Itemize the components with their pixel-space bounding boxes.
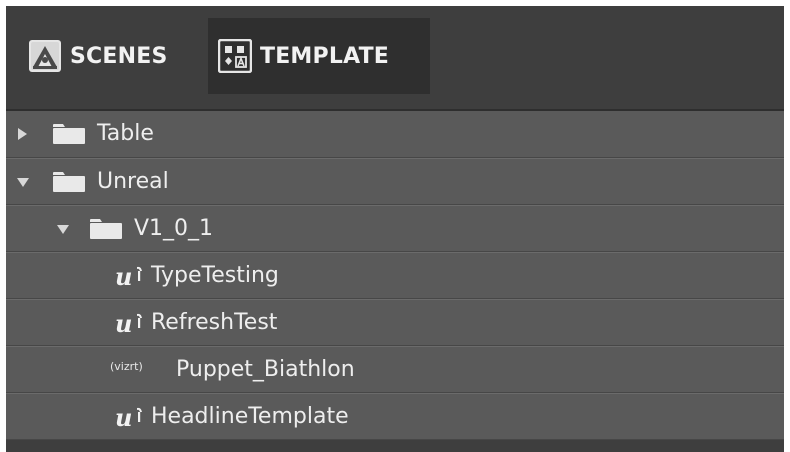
tree-item-puppet-biathlon[interactable]: (vizrt) Puppet_Biathlon bbox=[6, 346, 784, 393]
tab-template[interactable]: TEMPLATE bbox=[208, 18, 430, 94]
tree-item-typetesting[interactable]: u TypeTesting bbox=[6, 252, 784, 299]
tree-item-refreshtest[interactable]: u RefreshTest bbox=[6, 299, 784, 346]
tree-item-label: Puppet_Biathlon bbox=[176, 357, 355, 382]
template-icon bbox=[218, 39, 252, 73]
expand-arrow-icon[interactable] bbox=[18, 128, 27, 140]
vizrt-icon: (vizrt) bbox=[110, 360, 143, 373]
tree-item-headlinetemplate[interactable]: u HeadlineTemplate bbox=[6, 393, 784, 440]
tree-item-label: Unreal bbox=[97, 169, 169, 194]
tab-template-label: TEMPLATE bbox=[260, 43, 390, 69]
tree-item-label: RefreshTest bbox=[151, 310, 278, 335]
tree-item-label: TypeTesting bbox=[151, 263, 279, 288]
folder-open-icon bbox=[53, 172, 85, 192]
folder-icon bbox=[53, 124, 85, 144]
scenes-icon bbox=[29, 40, 61, 72]
tree-item-table[interactable]: Table bbox=[6, 111, 784, 158]
folder-open-icon bbox=[90, 219, 122, 239]
tab-bar: SCENES TEMPLATE bbox=[6, 6, 784, 111]
unreal-engine-icon: u bbox=[115, 404, 142, 430]
svg-text:u: u bbox=[115, 310, 132, 336]
collapse-arrow-icon[interactable] bbox=[17, 178, 29, 187]
svg-text:u: u bbox=[115, 263, 132, 289]
tab-scenes-label: SCENES bbox=[70, 43, 168, 69]
tree-item-label: V1_0_1 bbox=[134, 216, 214, 241]
tree-item-unreal[interactable]: Unreal bbox=[6, 158, 784, 205]
collapse-arrow-icon[interactable] bbox=[57, 225, 69, 234]
tree-item-label: HeadlineTemplate bbox=[151, 404, 349, 429]
svg-text:u: u bbox=[115, 404, 132, 430]
unreal-engine-icon: u bbox=[115, 263, 142, 289]
tree-item-v1-0-1[interactable]: V1_0_1 bbox=[6, 205, 784, 252]
tab-scenes[interactable]: SCENES bbox=[18, 18, 208, 94]
template-tree: Table Unreal V1_0_1 u TypeTesting u Refr… bbox=[6, 111, 784, 440]
unreal-engine-icon: u bbox=[115, 310, 142, 336]
tree-item-label: Table bbox=[97, 121, 154, 146]
template-panel: SCENES TEMPLATE Table Unreal V1_0_1 u Ty… bbox=[6, 6, 784, 452]
